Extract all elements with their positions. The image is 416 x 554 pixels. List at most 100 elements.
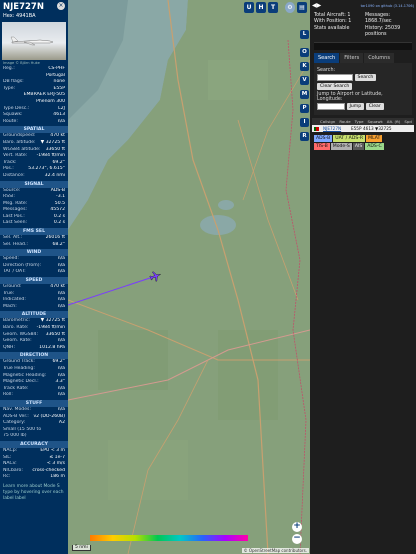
search-button[interactable]: Search — [354, 74, 377, 82]
altitude-row: Geom. WGS84: 33650 ft — [0, 332, 68, 339]
wind-row: Direction (from): n/a — [0, 263, 68, 270]
section-altitude[interactable]: ALTITUDE — [0, 311, 68, 319]
spatial-label: Groundspeed: — [3, 133, 36, 139]
source-legend: ADS-B UAT / ADS-R MLAT TIS-B Mode-S AIS ADS-C — [314, 135, 394, 151]
map-btn-u[interactable]: U — [244, 2, 254, 13]
stuff-label: Nav. Modes: — [3, 406, 31, 412]
section-stuff[interactable]: STUFF — [0, 399, 68, 407]
col-type[interactable]: Type — [353, 118, 366, 125]
version-link[interactable]: tar1090 on github (3.14.1706) — [361, 4, 414, 8]
general-label: Route: — [3, 118, 18, 124]
spatial-value: ▼ 32725 ft — [40, 139, 65, 145]
map-btn-i[interactable]: I — [300, 118, 309, 127]
col-altitude[interactable]: Alt. (ft) — [385, 118, 403, 125]
jump-input[interactable] — [317, 103, 345, 111]
general-value: L2J — [58, 105, 65, 111]
spatial-row: Track: 69.2° — [0, 160, 68, 167]
altitude-label: Geom. Rate: — [3, 338, 32, 344]
map-view[interactable]: U H T ⚙ ▤ L O K V M P I R + − 5 nmi © Op… — [68, 0, 310, 554]
accuracy-value: EPU < 3 m — [40, 447, 65, 453]
aircraft-photo[interactable] — [2, 22, 66, 60]
direction-label: Ground Track: — [3, 359, 35, 365]
direction-label: Roll: — [3, 392, 13, 398]
close-panel-button[interactable]: × — [57, 2, 65, 10]
zoom-out-button[interactable]: − — [292, 534, 302, 544]
signal-value: 0.2 s — [53, 213, 65, 219]
general-label: Type Desc.: — [3, 105, 30, 111]
map-btn-o[interactable]: O — [300, 48, 309, 57]
stats-available-link[interactable]: Stats available — [314, 26, 361, 32]
tab-filters[interactable]: Filters — [340, 53, 364, 64]
map-btn-r[interactable]: R — [300, 132, 309, 141]
map-canvas[interactable] — [68, 0, 310, 554]
section-spatial[interactable]: SPATIAL — [0, 126, 68, 134]
spatial-value: 69.2° — [52, 159, 65, 165]
spatial-value: 33650 ft — [45, 146, 65, 152]
speed-value: n/a — [57, 290, 65, 296]
spatial-label: Track: — [3, 159, 17, 165]
tab-search[interactable]: Search — [314, 53, 340, 64]
general-row: Route: n/a — [0, 119, 68, 126]
accuracy-label: NACp: — [3, 447, 18, 453]
map-btn-t[interactable]: T — [268, 2, 278, 13]
zoom-in-button[interactable]: + — [292, 522, 302, 532]
map-btn-l[interactable]: L — [300, 30, 309, 39]
section-speed[interactable]: SPEED — [0, 277, 68, 285]
stuff-label: Small (15 500 to — [3, 426, 42, 432]
stuff-row: Small (15 500 to — [0, 427, 68, 434]
accuracy-value: cross-checked — [32, 467, 65, 473]
row-type: E55P — [351, 126, 362, 132]
section-signal[interactable]: SIGNAL — [0, 180, 68, 188]
general-value: Phenom 300 — [36, 98, 65, 104]
accuracy-value: 186 m — [50, 474, 65, 480]
speed-row: True: n/a — [0, 291, 68, 298]
wind-list: Speed: n/a Direction (from): n/a TAT / OAT: n… — [0, 256, 68, 276]
altitude-value: ▼ 32725 ft — [40, 318, 65, 324]
map-attribution[interactable]: © OpenStreetMap contributors. — [241, 548, 309, 553]
fms-list: Sel. Alt.: 26016 ft Sel. Head.: 68.2° — [0, 235, 68, 248]
accuracy-value: < 3 m/s — [46, 461, 65, 467]
row-callsign[interactable]: NJE727N — [321, 125, 349, 132]
map-btn-h[interactable]: H — [256, 2, 266, 13]
col-callsign[interactable]: Callsign — [318, 118, 337, 125]
stuff-row: ADS-B Ver.: v2 (DO-260B) — [0, 414, 68, 421]
clear-search-button[interactable]: Clear Search — [317, 83, 353, 91]
aircraft-callsign: NJE727N — [3, 2, 44, 12]
search-input[interactable] — [317, 74, 353, 82]
accuracy-label: NICbaro: — [3, 467, 23, 473]
col-squawk[interactable]: Squawk — [366, 118, 385, 125]
legend-chip: UAT / ADS-R — [333, 135, 366, 143]
layers-icon[interactable]: ▤ — [297, 2, 307, 13]
col-route[interactable]: Route — [337, 118, 352, 125]
collapse-sidebar-icon[interactable]: ◀▶ — [312, 2, 321, 9]
col-speed[interactable]: Spd — [402, 118, 413, 125]
general-row: Type Desc.: L2J — [0, 106, 68, 113]
map-btn-k[interactable]: K — [300, 62, 309, 71]
portugal-flag-icon — [314, 126, 319, 131]
speed-list: Ground: 470 kt True: n/a Indicated: n/a Mach: n… — [0, 284, 68, 310]
map-btn-v[interactable]: V — [300, 76, 309, 85]
general-value: none — [53, 79, 65, 85]
settings-icon[interactable]: ⚙ — [285, 2, 295, 13]
section-direction[interactable]: DIRECTION — [0, 352, 68, 360]
speed-label: Indicated: — [3, 297, 26, 303]
table-row[interactable]: NJE727N E55P 4613 ▼32725 — [312, 125, 414, 133]
map-btn-p[interactable]: P — [300, 104, 309, 113]
stuff-value: n/a — [57, 406, 65, 412]
map-btn-m[interactable]: M — [300, 90, 309, 99]
section-accuracy[interactable]: ACCURACY — [0, 440, 68, 448]
stuff-row: 75 000 lb) — [0, 433, 68, 440]
signal-row: Last Seen: 0.2 s — [0, 220, 68, 227]
speed-row: Ground: 470 kt — [0, 284, 68, 291]
clear-jump-button[interactable]: Clear — [365, 103, 384, 111]
tab-columns[interactable]: Columns — [364, 53, 394, 64]
section-wind[interactable]: WIND — [0, 249, 68, 257]
section-fms[interactable]: FMS SEL — [0, 228, 68, 236]
wind-label: Speed: — [3, 256, 19, 262]
spatial-row: Baro. altitude: ▼ 32725 ft — [0, 140, 68, 147]
spatial-label: WGS84 altitude: — [3, 146, 41, 152]
direction-value: n/a — [57, 392, 65, 398]
jump-button[interactable]: Jump — [346, 103, 365, 111]
accuracy-label: SIL: — [3, 454, 12, 460]
accuracy-row: NACv: < 3 m/s — [0, 461, 68, 468]
